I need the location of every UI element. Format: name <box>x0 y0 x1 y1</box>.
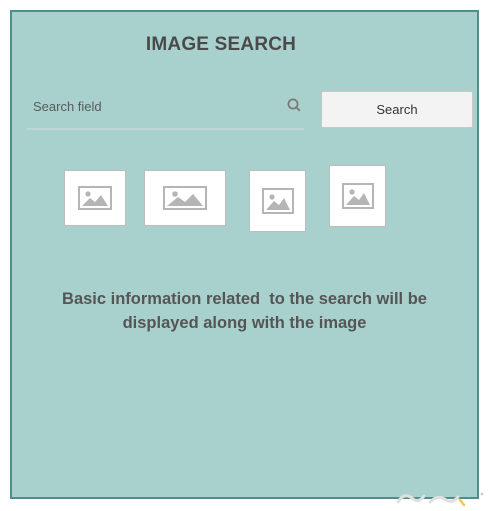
image-placeholder-icon <box>341 183 374 209</box>
search-input[interactable]: Search field <box>27 92 304 130</box>
page-title: IMAGE SEARCH <box>145 34 297 55</box>
image-search-panel: IMAGE SEARCH Search field Search Basic i… <box>10 10 479 499</box>
search-icon[interactable] <box>286 97 302 113</box>
image-thumbnail[interactable] <box>329 165 386 227</box>
image-placeholder-icon <box>78 186 112 210</box>
image-placeholder-icon <box>163 186 207 210</box>
image-placeholder-icon <box>261 188 294 214</box>
search-info-line-2: displayed along with the image <box>122 314 367 332</box>
image-thumbnail[interactable] <box>64 170 126 226</box>
image-thumbnail[interactable] <box>249 170 306 232</box>
search-button[interactable]: Search <box>321 91 473 128</box>
search-info-line-1: Basic information related to the search … <box>62 290 427 308</box>
search-info-text: Basic information related to the search … <box>32 287 457 335</box>
search-placeholder: Search field <box>33 99 102 114</box>
image-thumbnail[interactable] <box>144 170 226 226</box>
watermark-logo <box>394 488 486 508</box>
